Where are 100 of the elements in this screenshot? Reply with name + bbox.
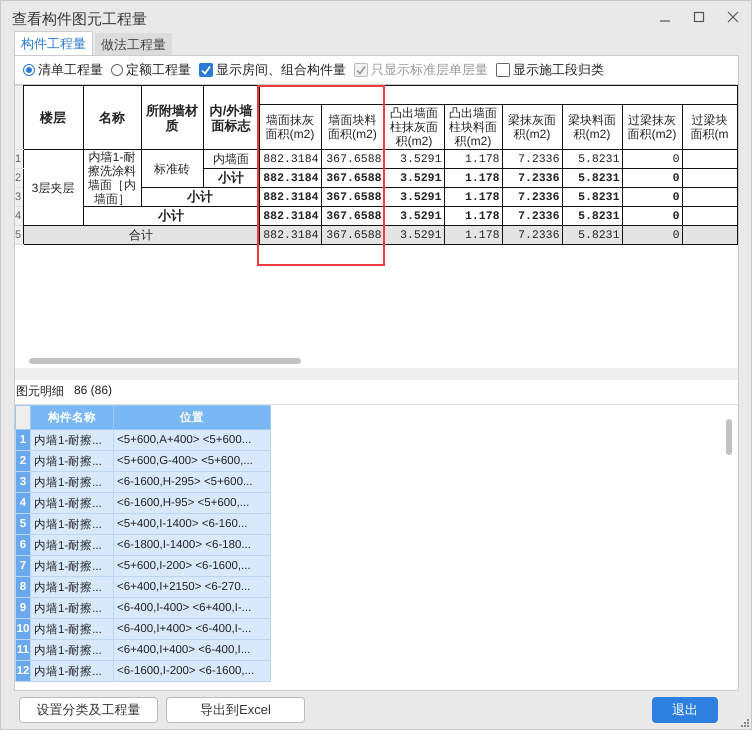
column-header: 过梁块 面积(m — [682, 104, 737, 150]
column-header: 内/外墙 面标志 — [203, 86, 259, 150]
table-cell: 1.178 — [444, 150, 502, 168]
table-cell: 5.8231 — [562, 226, 622, 244]
table-cell: 内墙1-耐擦... — [30, 576, 114, 598]
column-header: 梁块料面 积(m2) — [562, 104, 622, 150]
table-cell: 7.2336 — [502, 150, 562, 168]
table-cell: <5+600,G-400> <5+600,... — [114, 450, 270, 472]
table-cell: 0 — [622, 150, 682, 168]
table-cell: 内墙1-耐擦... — [30, 556, 114, 576]
table-cell: 内墙1-耐擦... — [30, 514, 114, 534]
row-number: 2 — [15, 168, 23, 188]
table-cell: <6-400,I+400> <6-400,I-... — [114, 618, 270, 640]
scrollbar-thumb[interactable] — [29, 358, 301, 364]
table-cell: 882.3184 — [259, 226, 321, 244]
table-cell: <6-1800,I-1400> <6-180... — [114, 534, 270, 556]
row-number: 4 — [16, 492, 30, 514]
table-cell: <5+600,I-200> <6-1600,... — [114, 556, 270, 576]
column-header: 梁抹灰面 积(m2) — [502, 104, 562, 150]
table-cell: 小计 — [203, 168, 259, 188]
table-cell: 0 — [622, 168, 682, 188]
table-cell: 内墙1-耐擦洗涂料墙面［内墙面］ — [83, 150, 141, 206]
dialog-button[interactable]: 设置分类及工程量 — [19, 697, 158, 723]
row-number: 5 — [15, 226, 23, 244]
table-cell: 5.8231 — [562, 188, 622, 206]
row-number: 1 — [15, 150, 23, 168]
detail-title: 图元明细 — [16, 383, 64, 400]
column-header: 凸出墙面 柱块料面 积(m2) — [444, 104, 502, 150]
table-cell: 7.2336 — [502, 188, 562, 206]
table-cell: 内墙1-耐擦... — [30, 430, 114, 450]
radio-button[interactable] — [111, 64, 123, 76]
row-number: 11 — [16, 640, 30, 660]
table-cell: 5.8231 — [562, 168, 622, 188]
close-icon[interactable] — [727, 10, 739, 22]
table-cell: 882.3184 — [259, 150, 321, 168]
table-cell: 1.178 — [444, 168, 502, 188]
table-cell: 3.5291 — [384, 168, 444, 188]
table-cell: 1.178 — [444, 188, 502, 206]
dialog-button[interactable]: 导出到Excel — [166, 697, 305, 723]
table-cell: 367.6588 — [321, 226, 384, 244]
column-header: 名称 — [83, 86, 141, 150]
table-cell: <6+400,I+2150> <6-270... — [114, 576, 270, 598]
table-cell: 内墙面 — [203, 150, 259, 168]
column-header: 所附墙材 质 — [141, 86, 203, 150]
table-cell: 内墙1-耐擦... — [30, 492, 114, 514]
table-cell: 0 — [622, 226, 682, 244]
table-cell: <5+600,A+400> <5+600... — [114, 430, 270, 450]
option-label: 显示房间、组合构件量 — [216, 61, 346, 79]
maximize-icon[interactable] — [693, 10, 705, 22]
table-cell: 3.5291 — [384, 188, 444, 206]
table-cell: 882.3184 — [259, 168, 321, 188]
table-cell: 3.5291 — [384, 226, 444, 244]
column-header: 构件名称 — [30, 406, 114, 430]
table-cell: 内墙1-耐擦... — [30, 660, 114, 682]
row-number: 5 — [16, 514, 30, 534]
option-label: 只显示标准层单层量 — [371, 61, 488, 79]
row-number: 8 — [16, 576, 30, 598]
column-header: 墙面抹灰 面积(m2) — [259, 104, 321, 150]
dialog-button[interactable]: 退出 — [652, 697, 718, 723]
row-number: 7 — [16, 556, 30, 576]
row-number: 6 — [16, 534, 30, 556]
table-cell: 1.178 — [444, 226, 502, 244]
column-header: 凸出墙面 柱抹灰面 积(m2) — [384, 104, 444, 150]
table-cell: <6+400,I+400> <6-400,I... — [114, 640, 270, 660]
table-cell: 合计 — [23, 226, 259, 244]
option-label: 清单工程量 — [38, 61, 103, 79]
checkbox[interactable] — [496, 63, 510, 77]
table-cell: <6-1600,H-95> <5+600,... — [114, 492, 270, 514]
table-cell: <6-400,I-400> <6+400,I-... — [114, 598, 270, 618]
checkbox[interactable] — [199, 63, 213, 77]
column-header: 过梁抹灰 面积(m2) — [622, 104, 682, 150]
table-cell: 内墙1-耐擦... — [30, 472, 114, 492]
radio-button[interactable] — [23, 64, 35, 76]
row-number: 2 — [16, 450, 30, 472]
detail-count: 86 (86) — [74, 383, 112, 399]
table-cell: 5.8231 — [562, 150, 622, 168]
resize-grip-icon[interactable] — [741, 719, 749, 727]
row-number: 3 — [16, 472, 30, 492]
column-header: 位置 — [114, 406, 270, 430]
row-number: 3 — [15, 188, 23, 206]
table-cell: <6-1600,I-200> <6-1600,... — [114, 660, 270, 682]
row-number: 12 — [16, 660, 30, 682]
table-cell: 0 — [622, 188, 682, 206]
table-cell: 内墙1-耐擦... — [30, 618, 114, 640]
scrollbar-thumb[interactable] — [726, 419, 732, 455]
table-cell: 内墙1-耐擦... — [30, 640, 114, 660]
tab[interactable]: 做法工程量 — [95, 33, 172, 55]
table-cell: 3.5291 — [384, 150, 444, 168]
table-cell: 内墙1-耐擦... — [30, 450, 114, 472]
column-header: 楼层 — [23, 86, 83, 150]
table-cell: 内墙1-耐擦... — [30, 534, 114, 556]
tab[interactable]: 构件工程量 — [14, 31, 93, 55]
option-label: 定额工程量 — [126, 61, 191, 79]
row-number: 10 — [16, 618, 30, 640]
table-cell: 7.2336 — [502, 226, 562, 244]
row-number: 1 — [16, 430, 30, 450]
table-cell: 882.3184 — [259, 188, 321, 206]
row-number: 4 — [15, 206, 23, 226]
table-cell: <5+400,I-1400> <6-160... — [114, 514, 270, 534]
window-title: 查看构件图元工程量 — [12, 10, 147, 29]
